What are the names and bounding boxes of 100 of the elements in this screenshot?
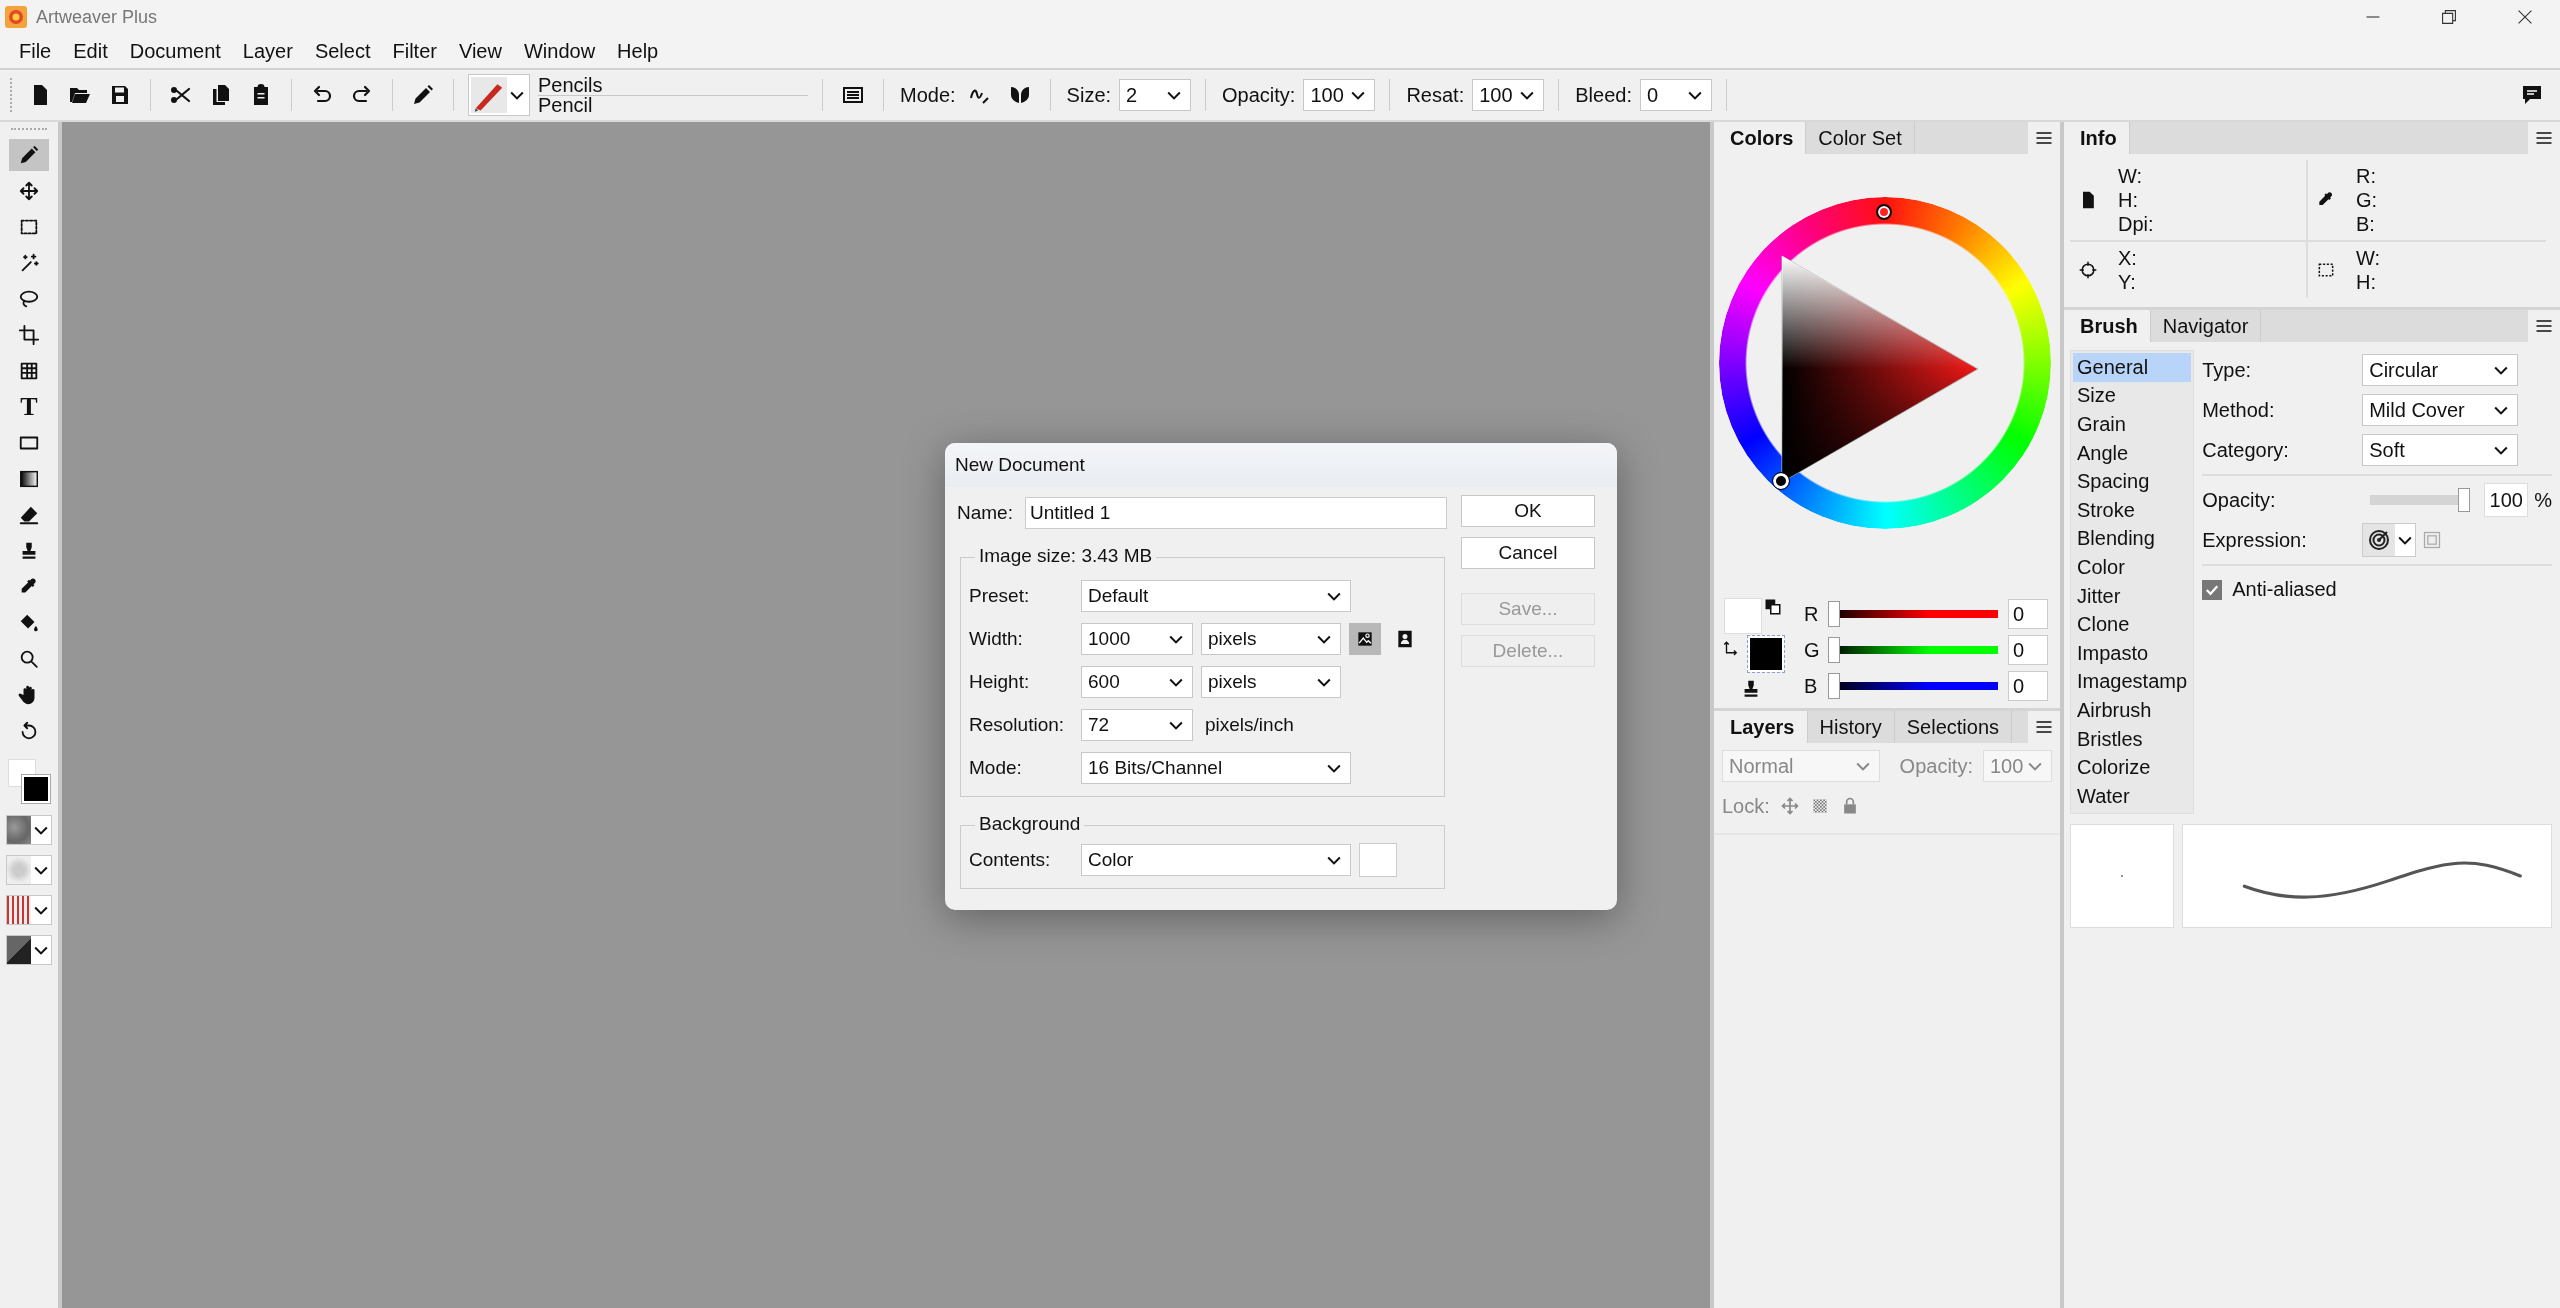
brush-preset-picker[interactable] bbox=[468, 74, 530, 116]
menu-item[interactable]: Window bbox=[512, 37, 607, 65]
name-input[interactable]: Untitled 1 bbox=[1024, 497, 1447, 529]
lasso-icon bbox=[18, 288, 40, 310]
menu-item[interactable]: Document bbox=[118, 37, 232, 65]
category-item[interactable]: Spacing bbox=[2073, 467, 2192, 496]
category-item[interactable]: Jitter bbox=[2073, 581, 2192, 611]
lock-label: Lock: bbox=[1722, 794, 1770, 818]
default-colors-icon[interactable] bbox=[1764, 598, 1782, 616]
menu-item[interactable]: File bbox=[8, 37, 63, 65]
crop-icon bbox=[18, 324, 40, 346]
color-swatches[interactable] bbox=[6, 759, 52, 805]
checkbox-label: Anti-aliased bbox=[2232, 578, 2337, 601]
unit-dropdown[interactable]: pixels bbox=[1201, 666, 1341, 698]
field-label: Mode: bbox=[969, 757, 1023, 779]
property-dropdown[interactable]: Circular bbox=[2362, 354, 2519, 386]
value-dropdown[interactable]: 72 bbox=[1081, 709, 1193, 741]
person-card-icon bbox=[1395, 629, 1415, 649]
color-swatch[interactable] bbox=[1359, 843, 1397, 877]
slider-thumb[interactable] bbox=[2458, 488, 2471, 512]
category-item[interactable]: Impasto bbox=[2073, 638, 2192, 668]
slider-thumb[interactable] bbox=[1828, 637, 1840, 663]
swap-colors-icon[interactable] bbox=[1722, 640, 1740, 658]
category-item[interactable]: Imagestamp bbox=[2073, 667, 2192, 697]
panel-tab[interactable]: Color Set bbox=[1806, 122, 1915, 154]
category-item[interactable]: Stroke bbox=[2073, 495, 2192, 525]
category-item[interactable]: Color bbox=[2073, 553, 2192, 582]
value-dropdown[interactable]: Color bbox=[1081, 844, 1351, 876]
value-dropdown[interactable]: 1000 bbox=[1081, 623, 1193, 655]
channel-value-field[interactable]: 0 bbox=[2008, 671, 2048, 701]
property-label: Category: bbox=[2202, 438, 2290, 462]
landscape-button[interactable] bbox=[1349, 623, 1381, 655]
texture-icon bbox=[7, 896, 31, 924]
dialog-button[interactable]: OK bbox=[1461, 495, 1595, 527]
text-tool[interactable]: T bbox=[9, 391, 49, 423]
category-item[interactable]: General bbox=[2073, 353, 2192, 382]
category-item[interactable]: Blending bbox=[2073, 524, 2192, 554]
property-label: Expression: bbox=[2202, 528, 2308, 552]
dialog-button[interactable]: Cancel bbox=[1461, 537, 1595, 569]
texture-icon bbox=[7, 856, 31, 884]
property-label: Opacity: bbox=[2202, 488, 2277, 512]
value-dropdown[interactable]: 0 bbox=[1639, 79, 1712, 111]
menu-item[interactable]: Help bbox=[606, 37, 670, 65]
category-item[interactable]: Clone bbox=[2073, 610, 2192, 639]
value-dropdown[interactable]: 16 Bits/Channel bbox=[1081, 752, 1351, 784]
texture-icon bbox=[7, 816, 31, 844]
info-label: X: bbox=[2118, 246, 2137, 270]
channel-label: R bbox=[1804, 602, 1818, 626]
value-dropdown[interactable]: 2 bbox=[1119, 79, 1192, 111]
category-item[interactable]: Airbrush bbox=[2073, 696, 2192, 725]
texture-dropdown[interactable] bbox=[6, 935, 52, 965]
crosshair-icon bbox=[2078, 260, 2098, 280]
category-item[interactable]: Colorize bbox=[2073, 753, 2192, 782]
menu-item[interactable]: Edit bbox=[62, 37, 119, 65]
channel-value-field[interactable]: 0 bbox=[2008, 599, 2048, 629]
opacity-field[interactable]: 100 bbox=[2484, 483, 2529, 517]
pencil-tool[interactable] bbox=[9, 139, 49, 171]
info-label: B: bbox=[2356, 212, 2376, 236]
value-dropdown[interactable]: 100 bbox=[1303, 79, 1376, 111]
property-dropdown[interactable]: Soft bbox=[2362, 434, 2519, 466]
field-label: Resat: bbox=[1405, 83, 1465, 107]
field-label: Bleed: bbox=[1574, 83, 1632, 107]
value-dropdown[interactable]: 100 bbox=[1472, 79, 1545, 111]
value-dropdown[interactable]: 600 bbox=[1081, 666, 1193, 698]
background-color-swatch[interactable] bbox=[1724, 598, 1762, 634]
anti-aliased-checkbox[interactable] bbox=[2202, 579, 2223, 600]
move-icon[interactable] bbox=[1779, 796, 1800, 816]
field-label: Resolution: bbox=[969, 714, 1066, 736]
info-label: H: bbox=[2356, 270, 2377, 294]
category-item[interactable]: Size bbox=[2073, 381, 2192, 411]
menu-item[interactable]: Filter bbox=[381, 37, 448, 65]
opacity-label: Opacity: bbox=[1899, 754, 1973, 778]
field-label: Width: bbox=[969, 628, 1024, 650]
menu-item[interactable]: Select bbox=[303, 37, 382, 65]
property-dropdown[interactable]: Mild Cover bbox=[2362, 394, 2519, 426]
channel-value-field[interactable]: 0 bbox=[2008, 635, 2048, 665]
category-item[interactable]: Bristles bbox=[2073, 724, 2192, 754]
category-item[interactable]: Water bbox=[2073, 781, 2192, 811]
texture-icon bbox=[7, 936, 31, 964]
slider-thumb[interactable] bbox=[1828, 673, 1840, 699]
field-label: Size: bbox=[1065, 83, 1112, 107]
channel-label: G bbox=[1804, 638, 1818, 662]
foreground-color-swatch[interactable] bbox=[1748, 636, 1784, 672]
color-picker-handle[interactable] bbox=[1773, 473, 1789, 489]
info-label: W: bbox=[2118, 164, 2144, 188]
panel-tab[interactable]: Navigator bbox=[2150, 310, 2262, 342]
info-label: Y: bbox=[2118, 270, 2137, 294]
menu-item[interactable]: View bbox=[447, 37, 513, 65]
selection-icon bbox=[2316, 260, 2336, 280]
category-item[interactable]: Grain bbox=[2073, 410, 2192, 439]
value-dropdown[interactable]: Default bbox=[1081, 580, 1351, 612]
menu-item[interactable]: Layer bbox=[231, 37, 304, 65]
category-item[interactable]: Angle bbox=[2073, 438, 2192, 468]
info-label: G: bbox=[2356, 188, 2378, 212]
slider-thumb[interactable] bbox=[1828, 601, 1840, 627]
expression-dropdown[interactable] bbox=[2362, 523, 2417, 557]
picture-icon bbox=[1355, 629, 1375, 649]
dialog-title: New Document bbox=[955, 454, 1085, 476]
field-label: Preset: bbox=[969, 585, 1031, 607]
unit-dropdown[interactable]: pixels bbox=[1201, 623, 1341, 655]
